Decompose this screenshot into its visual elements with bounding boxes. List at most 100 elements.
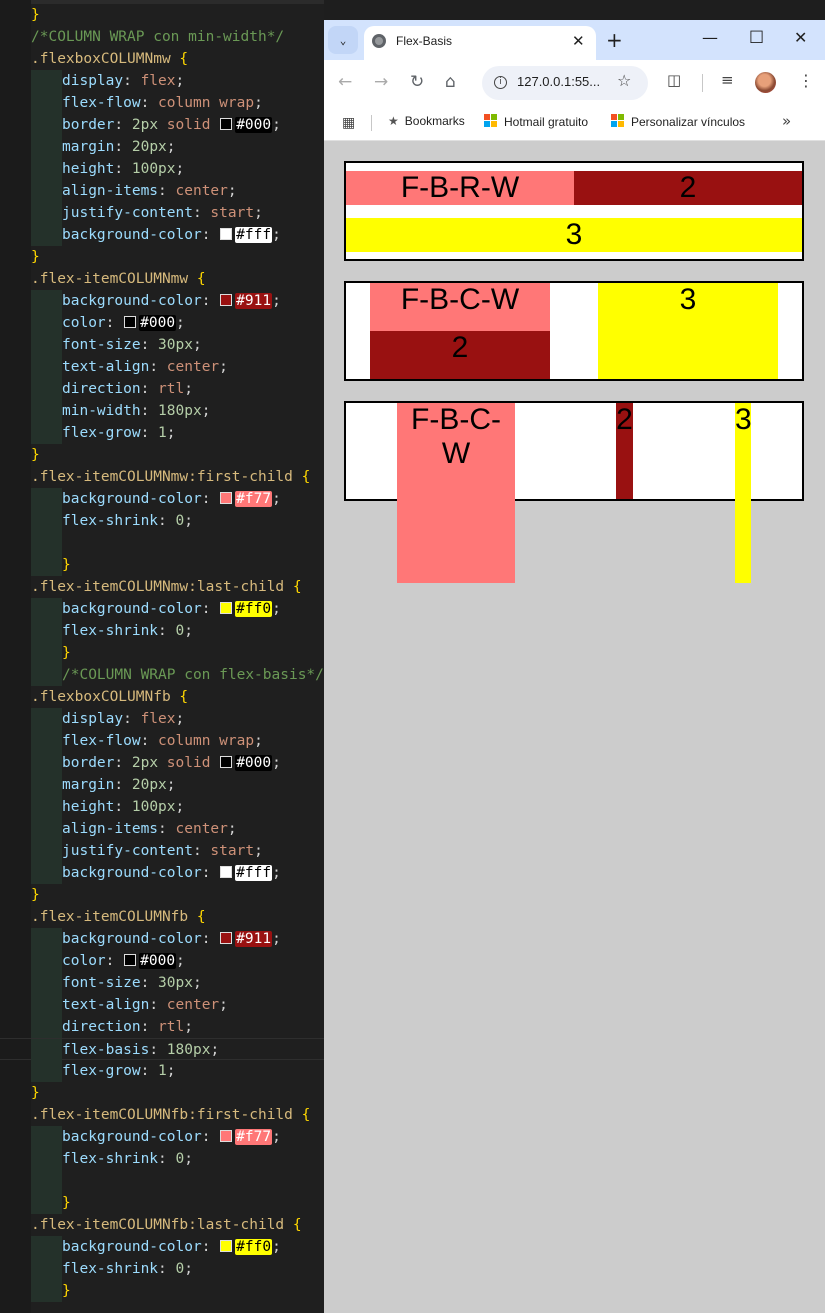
indent-guide [31, 488, 62, 510]
bookmark-label: Bookmarks [404, 114, 465, 128]
bookmark-star-icon[interactable]: ☆ [617, 71, 631, 90]
code-line[interactable]: margin: 20px; [31, 136, 176, 158]
code-line[interactable]: } [31, 1082, 40, 1104]
back-icon[interactable]: ← [338, 72, 352, 92]
code-line[interactable]: align-items: center; [31, 818, 237, 840]
code-line[interactable]: } [31, 246, 40, 268]
code-line[interactable] [31, 532, 62, 554]
code-line[interactable]: /*COLUMN WRAP con flex-basis*/ [31, 664, 324, 686]
code-line[interactable]: min-width: 180px; [31, 400, 210, 422]
code-line[interactable]: display: flex; [31, 708, 184, 730]
bookmark-item-personalizar[interactable]: Personalizar vínculos [611, 114, 745, 129]
code-line[interactable]: direction: rtl; [31, 1016, 193, 1038]
extensions-icon[interactable]: ◫ [667, 71, 681, 89]
code-token: rtl [158, 381, 185, 397]
code-line[interactable]: background-color: #f77; [31, 1126, 281, 1148]
code-line[interactable]: } [31, 444, 40, 466]
code-line[interactable]: } [31, 554, 71, 576]
media-queue-icon[interactable]: ≡ [721, 71, 734, 89]
code-line[interactable]: flex-flow: column wrap; [31, 92, 263, 114]
code-line[interactable]: align-items: center; [31, 180, 237, 202]
code-token: rtl [158, 1019, 185, 1035]
code-line[interactable]: /*COLUMN WRAP con min-width*/ [31, 26, 284, 48]
maximize-icon[interactable]: □ [749, 26, 764, 45]
minimize-icon[interactable]: — [702, 28, 718, 47]
color-swatch-icon [220, 756, 233, 768]
css-selector: .flexboxCOLUMNmw [31, 51, 180, 67]
code-line[interactable]: border: 2px solid #000; [31, 114, 281, 136]
code-line[interactable] [31, 1170, 62, 1192]
code-line[interactable]: } [31, 642, 71, 664]
kebab-menu-icon[interactable]: ⋮ [798, 71, 814, 90]
code-line[interactable]: display: flex; [31, 70, 184, 92]
code-line[interactable]: .flex-itemCOLUMNmw:last-child { [31, 576, 302, 598]
apps-grid-icon[interactable]: ▦ [342, 115, 355, 131]
bookmark-item-bookmarks[interactable]: ★ Bookmarks [388, 114, 465, 128]
code-line[interactable]: .flexboxCOLUMNmw { [31, 48, 188, 70]
code-line[interactable]: background-color: #ff0; [31, 598, 281, 620]
chevron-double-right-icon[interactable]: » [782, 112, 791, 130]
code-line[interactable]: margin: 20px; [31, 774, 176, 796]
indent-guide [31, 136, 62, 158]
code-line[interactable]: background-color: #911; [31, 928, 281, 950]
code-line[interactable]: text-align: center; [31, 994, 228, 1016]
code-line[interactable]: background-color: #ff0; [31, 1236, 281, 1258]
code-line[interactable]: flex-grow: 1; [31, 422, 176, 444]
code-line[interactable]: .flex-itemCOLUMNmw:first-child { [31, 466, 310, 488]
chevron-down-icon: ⌄ [339, 33, 347, 47]
code-token: ; [272, 865, 281, 881]
code-token: 1 [158, 425, 167, 441]
flexbox-column-wrap-min-width: F-B-C-W 2 3 [344, 281, 804, 381]
home-icon[interactable]: ⌂ [445, 72, 456, 92]
bookmark-item-hotmail[interactable]: Hotmail gratuito [484, 114, 588, 129]
code-line[interactable]: font-size: 30px; [31, 334, 202, 356]
code-line[interactable]: color: #000; [31, 312, 185, 334]
reload-icon[interactable]: ↻ [410, 72, 424, 92]
code-line[interactable]: direction: rtl; [31, 378, 193, 400]
code-line[interactable]: background-color: #911; [31, 290, 281, 312]
code-line[interactable]: background-color: #f77; [31, 488, 281, 510]
close-tab-icon[interactable]: ✕ [572, 32, 585, 50]
indent-guide [31, 92, 62, 114]
code-line[interactable]: flex-shrink: 0; [31, 510, 193, 532]
code-editor[interactable]: } /*COLUMN WRAP con min-width*/ .flexboxCO… [0, 0, 324, 1313]
code-line[interactable]: background-color: #fff; [31, 862, 281, 884]
css-property: align-items [62, 183, 159, 199]
code-line[interactable]: font-size: 30px; [31, 972, 202, 994]
code-line[interactable]: .flex-itemCOLUMNfb { [31, 906, 206, 928]
code-line[interactable]: justify-content: start; [31, 840, 263, 862]
code-token: center [175, 821, 228, 837]
code-line[interactable]: flex-grow: 1; [31, 1060, 176, 1082]
code-line[interactable]: height: 100px; [31, 158, 184, 180]
code-line[interactable]: flex-shrink: 0; [31, 1258, 193, 1280]
code-line[interactable]: text-align: center; [31, 356, 228, 378]
new-tab-icon[interactable]: + [606, 28, 623, 52]
forward-icon[interactable]: → [374, 72, 388, 92]
active-tab[interactable]: Flex-Basis ✕ [364, 26, 596, 60]
url-text[interactable]: 127.0.0.1:55... [517, 74, 600, 89]
code-line[interactable]: } [31, 884, 40, 906]
code-line[interactable]: .flex-itemCOLUMNfb:first-child { [31, 1104, 310, 1126]
code-line[interactable]: justify-content: start; [31, 202, 263, 224]
code-line[interactable]: .flex-itemCOLUMNfb:last-child { [31, 1214, 302, 1236]
code-line[interactable]: flex-basis: 180px; [0, 1038, 324, 1061]
close-window-icon[interactable]: ✕ [794, 28, 807, 47]
code-line[interactable]: flex-flow: column wrap; [31, 730, 263, 752]
info-icon[interactable]: i [494, 76, 507, 89]
code-line[interactable]: flex-shrink: 0; [31, 620, 193, 642]
address-bar[interactable]: i 127.0.0.1:55... ☆ [482, 66, 648, 100]
tab-search-button[interactable]: ⌄ [328, 26, 358, 54]
code-line[interactable]: } [31, 1192, 71, 1214]
code-line[interactable]: .flexboxCOLUMNfb { [31, 686, 188, 708]
code-line[interactable]: } [31, 1280, 71, 1302]
code-line[interactable]: border: 2px solid #000; [31, 752, 281, 774]
code-token: : [149, 997, 167, 1013]
avatar[interactable] [755, 72, 776, 93]
code-line[interactable]: } [31, 4, 40, 26]
code-line[interactable]: background-color: #fff; [31, 224, 281, 246]
indent-guide [31, 620, 62, 642]
code-line[interactable]: flex-shrink: 0; [31, 1148, 193, 1170]
code-line[interactable]: color: #000; [31, 950, 185, 972]
code-line[interactable]: .flex-itemCOLUMNmw { [31, 268, 206, 290]
code-line[interactable]: height: 100px; [31, 796, 184, 818]
